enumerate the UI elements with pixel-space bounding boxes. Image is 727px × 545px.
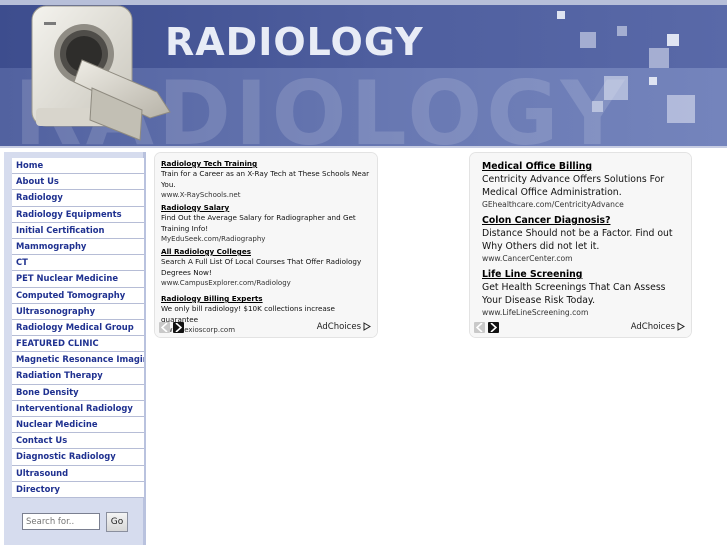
adchoices-label: AdChoices (316, 322, 361, 332)
ad-entry: Colon Cancer Diagnosis? Distance Should … (482, 215, 687, 264)
nav-item-ct[interactable]: CT (12, 255, 144, 272)
ad-description: Get Health Screenings That Can Assess Yo… (482, 282, 666, 306)
decor-square (667, 95, 695, 123)
adchoices-triangle-icon (363, 322, 371, 331)
chevron-right-icon[interactable] (173, 322, 184, 333)
ad-entry: Radiology Salary Find Out the Average Sa… (161, 203, 373, 244)
nav-item-interventional-radiology[interactable]: Interventional Radiology (12, 400, 144, 417)
decor-square (667, 34, 679, 46)
nav-item-about-us[interactable]: About Us (12, 174, 144, 191)
nav-item-bone-density[interactable]: Bone Density (12, 384, 144, 401)
decor-square (649, 48, 669, 68)
ad-entry: Medical Office Billing Centricity Advanc… (482, 161, 687, 210)
nav-item-radiology-equipments[interactable]: Radiology Equipments (12, 206, 144, 223)
ct-scanner-image (31, 5, 171, 141)
decor-square (649, 77, 657, 85)
ad-url[interactable]: www.LifeLineScreening.com (482, 307, 687, 318)
ad-description: Search A Full List Of Local Courses That… (161, 257, 362, 277)
sidebar: Home About Us Radiology Radiology Equipm… (4, 152, 146, 545)
site-title: RADIOLOGY (165, 20, 424, 64)
ad-description: Distance Should not be a Factor. Find ou… (482, 228, 673, 252)
search-form: Go (14, 512, 138, 534)
ad-title-link[interactable]: All Radiology Colleges (161, 247, 373, 257)
nav-item-contact-us[interactable]: Contact Us (12, 433, 144, 450)
chevron-left-icon[interactable] (159, 322, 170, 333)
nav-item-nuclear-medicine[interactable]: Nuclear Medicine (12, 417, 144, 434)
ad-url[interactable]: GEhealthcare.com/CentricityAdvance (482, 199, 687, 210)
nav-item-diagnostic-radiology[interactable]: Diagnostic Radiology (12, 449, 144, 466)
header-bottom-line (0, 146, 727, 148)
ad-title-link[interactable]: Colon Cancer Diagnosis? (482, 215, 687, 227)
decor-square (604, 76, 628, 100)
nav-item-radiology-medical-group[interactable]: Radiology Medical Group (12, 319, 144, 337)
ad-entry: Radiology Tech Training Train for a Care… (161, 159, 373, 200)
nav-item-magnetic-resonance-imaging[interactable]: Magnetic Resonance Imaging (12, 352, 144, 369)
ad-footer: AdChoices (474, 322, 685, 334)
search-input[interactable] (22, 513, 100, 530)
nav-item-pet-nuclear-medicine[interactable]: PET Nuclear Medicine (12, 271, 144, 288)
ad-url[interactable]: MyEduSeek.com/Radiography (161, 234, 373, 244)
ad-description: Centricity Advance Offers Solutions For … (482, 174, 665, 198)
adchoices-triangle-icon (677, 322, 685, 331)
ad-title-link[interactable]: Medical Office Billing (482, 161, 687, 173)
ad-list: Radiology Tech Training Train for a Care… (161, 156, 373, 337)
nav-item-radiation-therapy[interactable]: Radiation Therapy (12, 368, 144, 385)
ad-title-link[interactable]: Radiology Tech Training (161, 159, 373, 169)
ad-description: Train for a Career as an X-Ray Tech at T… (161, 169, 370, 189)
ad-description: Find Out the Average Salary for Radiogra… (161, 213, 356, 233)
ad-entry: Life Line Screening Get Health Screening… (482, 269, 687, 318)
nav-item-radiology[interactable]: Radiology (12, 190, 144, 207)
chevron-right-icon[interactable] (488, 322, 499, 333)
nav-item-computed-tomography[interactable]: Computed Tomography (12, 287, 144, 304)
chevron-left-icon[interactable] (474, 322, 485, 333)
nav-item-ultrasound[interactable]: Ultrasound (12, 465, 144, 482)
ad-url[interactable]: www.CancerCenter.com (482, 253, 687, 264)
ad-title-link[interactable]: Radiology Salary (161, 203, 373, 213)
ad-url[interactable]: www.X-RaySchools.net (161, 190, 373, 200)
ad-footer: AdChoices (159, 322, 371, 334)
ad-title-link[interactable]: Radiology Billing Experts (161, 294, 373, 304)
nav-item-directory[interactable]: Directory (12, 481, 144, 498)
page: RADIOLOGY RADIOLOGY Home About Us Radiol… (0, 0, 727, 545)
ad-block-left: Radiology Tech Training Train for a Care… (155, 153, 377, 337)
nav-item-ultrasonography[interactable]: Ultrasonography (12, 303, 144, 320)
ad-url[interactable]: www.CampusExplorer.com/Radiology (161, 278, 373, 288)
decor-square (617, 26, 627, 36)
nav-item-initial-certification[interactable]: Initial Certification (12, 222, 144, 239)
nav-item-home[interactable]: Home (12, 158, 144, 175)
ad-title-link[interactable]: Life Line Screening (482, 269, 687, 281)
adchoices-link[interactable]: AdChoices (317, 322, 371, 332)
adchoices-label: AdChoices (630, 322, 675, 332)
ad-entry: All Radiology Colleges Search A Full Lis… (161, 247, 373, 288)
adchoices-link[interactable]: AdChoices (631, 322, 685, 332)
search-go-button[interactable]: Go (106, 512, 128, 532)
decor-square (557, 11, 565, 19)
decor-square (592, 101, 603, 112)
decor-square (580, 32, 596, 48)
nav-item-mammography[interactable]: Mammography (12, 238, 144, 256)
site-header: RADIOLOGY RADIOLOGY (0, 0, 727, 148)
ad-list: Medical Office Billing Centricity Advanc… (482, 156, 687, 318)
ad-block-right: Medical Office Billing Centricity Advanc… (470, 153, 691, 337)
nav-item-featured-clinic[interactable]: FEATURED CLINIC (12, 336, 144, 353)
sidebar-nav: Home About Us Radiology Radiology Equipm… (12, 158, 144, 498)
